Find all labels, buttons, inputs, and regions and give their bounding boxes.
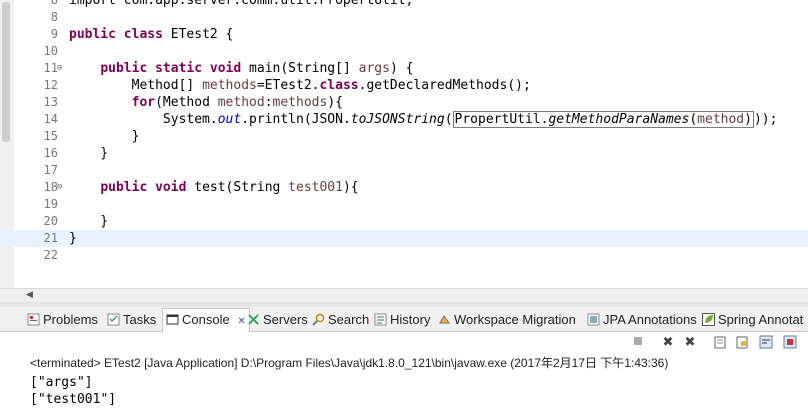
bottom-panel-tabs: Problems Tasks Console ✕ Servers Search … <box>0 307 808 332</box>
code-text[interactable]: for(Method method:methods){ <box>69 94 343 111</box>
code-line[interactable]: 12 Method[] methods=ETest2.class.getDecl… <box>0 77 808 94</box>
fold-collapse-icon[interactable]: ⊖ <box>57 63 62 73</box>
code-text[interactable]: import com.app.server.comm.util.PropertU… <box>69 0 413 9</box>
code-line[interactable]: 11 ⊖ public static void main(String[] arg… <box>0 60 808 77</box>
history-icon <box>374 312 387 326</box>
jpa-icon <box>587 312 600 326</box>
code-line[interactable]: 17 <box>0 162 808 179</box>
code-text[interactable]: } <box>69 128 140 145</box>
line-number: 14 <box>43 112 58 126</box>
line-number: 12 <box>43 78 58 92</box>
code-line[interactable]: 9 public class ETest2 { <box>0 26 808 43</box>
code-text[interactable]: } <box>69 145 108 162</box>
line-number: 15 <box>43 129 58 143</box>
code-text[interactable]: public class ETest2 { <box>69 26 233 43</box>
line-number: 18 <box>43 180 58 194</box>
tab-spring-annotations[interactable]: Spring Annotat <box>702 310 803 330</box>
line-number: 11 <box>43 61 58 75</box>
code-text[interactable]: Method[] methods=ETest2.class.getDeclare… <box>69 77 531 94</box>
code-line[interactable]: 18 ⊖ public void test(String test001){ <box>0 179 808 196</box>
tab-search[interactable]: Search <box>312 310 369 330</box>
terminate-icon[interactable] <box>630 335 646 351</box>
code-line[interactable]: 22 <box>0 247 808 264</box>
code-line[interactable]: 20 } <box>0 213 808 230</box>
line-number: 22 <box>43 248 58 262</box>
horizontal-scrollbar[interactable]: ◀ <box>0 288 808 303</box>
tab-label: Tasks <box>123 312 157 327</box>
code-text[interactable]: public static void main(String[] args) { <box>69 60 413 77</box>
parameter-hint-box: PropertUtil.getMethodParaNames(method) <box>452 111 754 128</box>
code-text[interactable]: } <box>69 213 108 230</box>
console-output-area[interactable]: <terminated> ETest2 [Java Application] D… <box>0 354 808 420</box>
code-text[interactable]: } <box>69 230 77 247</box>
line-number: 8 <box>50 10 58 24</box>
line-number: 9 <box>50 27 58 41</box>
console-process-title: <terminated> ETest2 [Java Application] D… <box>30 356 669 370</box>
code-line[interactable]: 8 import com.app.server.comm.util.Propert… <box>0 0 808 9</box>
pin-console-icon[interactable] <box>782 335 798 351</box>
line-number: 13 <box>43 95 58 109</box>
tab-label: Problems <box>43 312 98 327</box>
line-number: 10 <box>43 44 58 58</box>
tab-label: Spring Annotat <box>718 312 804 327</box>
tab-label: JPA Annotations <box>603 312 697 327</box>
line-number: 17 <box>43 163 58 177</box>
tab-jpa-annotations[interactable]: JPA Annotations <box>587 310 697 330</box>
code-line[interactable]: 15 } <box>0 128 808 145</box>
remove-all-terminated-icon[interactable]: ✖ <box>682 335 698 351</box>
code-line[interactable]: 10 <box>0 43 808 60</box>
console-icon <box>166 311 179 325</box>
tab-workspace-migration[interactable]: Workspace Migration <box>438 310 576 330</box>
code-line[interactable]: 14 System.out.println(JSON.toJSONString(… <box>0 111 808 128</box>
tab-console[interactable]: Console ✕ <box>162 308 250 332</box>
scroll-left-icon[interactable]: ◀ <box>26 290 33 300</box>
line-number: 19 <box>43 197 58 211</box>
tab-label: Search <box>328 312 370 327</box>
code-line[interactable]: 8 <box>0 9 808 26</box>
clear-console-icon[interactable] <box>712 335 728 351</box>
code-text[interactable]: public void test(String test001){ <box>69 179 358 196</box>
word-wrap-icon[interactable] <box>758 335 774 351</box>
code-editor[interactable]: 8 import com.app.server.comm.util.Propert… <box>0 0 808 288</box>
tab-servers[interactable]: Servers <box>247 310 308 330</box>
scroll-lock-icon[interactable] <box>734 335 750 351</box>
line-number: 8 <box>50 0 58 7</box>
console-output-line: ["test001"] <box>30 392 117 407</box>
code-line[interactable]: 21} <box>0 230 808 247</box>
tab-label: History <box>390 312 431 327</box>
code-line[interactable]: 13 for(Method method:methods){ <box>0 94 808 111</box>
servers-icon <box>247 312 260 325</box>
code-line[interactable]: 16 } <box>0 145 808 162</box>
code-line[interactable]: 19 <box>0 196 808 213</box>
tab-tasks[interactable]: Tasks <box>107 310 156 330</box>
tasks-icon <box>107 312 120 326</box>
line-number: 21 <box>43 231 58 245</box>
console-output-line: ["args"] <box>30 375 93 390</box>
tab-history[interactable]: History <box>374 310 430 330</box>
tab-problems[interactable]: Problems <box>27 310 98 330</box>
problems-icon <box>27 312 40 326</box>
line-number: 16 <box>43 146 58 160</box>
remove-launch-icon[interactable]: ✖ <box>660 335 676 351</box>
fold-collapse-icon[interactable]: ⊖ <box>57 182 62 192</box>
spring-leaf-icon <box>702 312 715 326</box>
console-toolbar: ✖ ✖ <box>0 332 808 354</box>
search-icon <box>312 312 325 326</box>
tab-label: Servers <box>263 312 308 327</box>
close-icon[interactable]: ✕ <box>237 316 245 327</box>
tab-label: Console <box>182 312 230 327</box>
migration-icon <box>438 312 451 325</box>
code-text[interactable]: System.out.println(JSON.toJSONString(Pro… <box>69 111 777 128</box>
tab-label: Workspace Migration <box>454 312 576 327</box>
line-number: 20 <box>43 214 58 228</box>
